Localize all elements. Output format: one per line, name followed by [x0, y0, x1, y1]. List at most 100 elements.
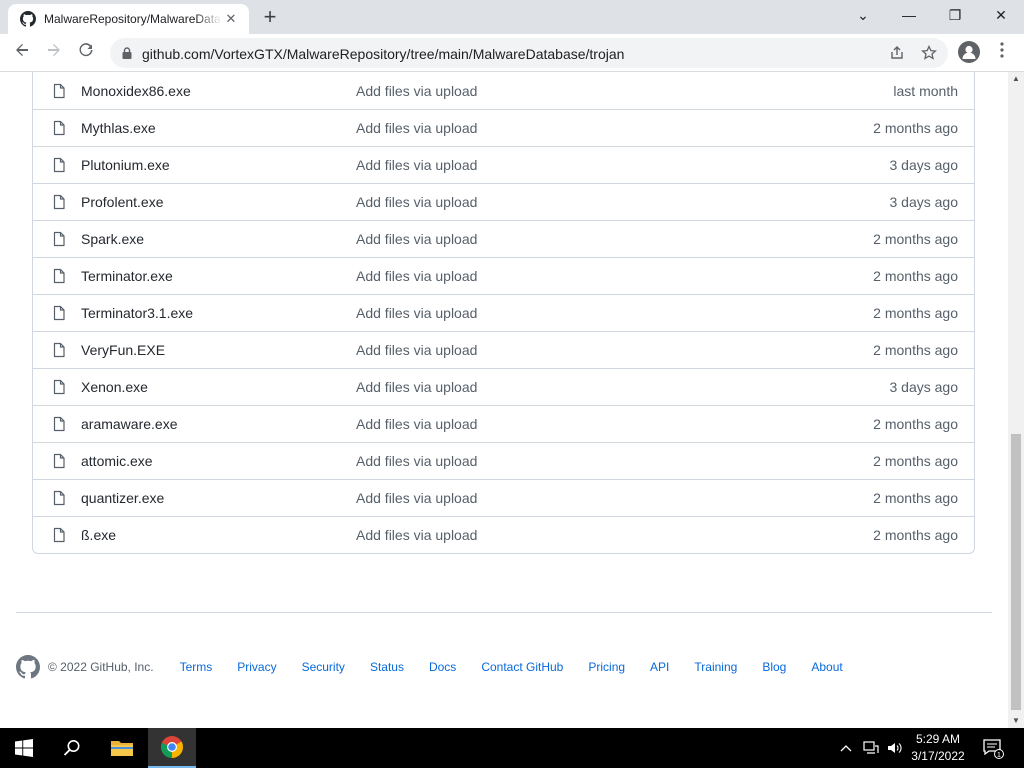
file-name-link[interactable]: attomic.exe	[81, 453, 153, 469]
commit-message-link[interactable]: Add files via upload	[356, 305, 477, 321]
file-name-link[interactable]: Terminator.exe	[81, 268, 173, 284]
file-name-link[interactable]: Plutonium.exe	[81, 157, 170, 173]
taskbar-clock[interactable]: 5:29 AM 3/17/2022	[900, 731, 976, 765]
commit-message-link[interactable]: Add files via upload	[356, 342, 477, 358]
commit-age: 3 days ago	[889, 379, 959, 395]
commit-age: 2 months ago	[873, 231, 958, 247]
file-row[interactable]: quantizer.exe Add files via upload 2 month…	[33, 479, 974, 516]
lock-icon[interactable]	[120, 46, 134, 60]
footer-link-terms[interactable]: Terms	[180, 660, 213, 674]
file-name-link[interactable]: Spark.exe	[81, 231, 144, 247]
forward-arrow-icon[interactable]	[42, 41, 66, 65]
commit-message-link[interactable]: Add files via upload	[356, 490, 477, 506]
tab-title: MalwareRepository/MalwareDatabase	[44, 12, 222, 26]
file-name-link[interactable]: Profolent.exe	[81, 194, 164, 210]
file-row[interactable]: aramaware.exe Add files via upload 2 month…	[33, 405, 974, 442]
commit-message-link[interactable]: Add files via upload	[356, 379, 477, 395]
commit-message-link[interactable]: Add files via upload	[356, 231, 477, 247]
footer-copyright: © 2022 GitHub, Inc.	[48, 660, 154, 674]
new-tab-button[interactable]: +	[258, 6, 282, 30]
file-icon	[53, 83, 65, 98]
browser-menu-icon[interactable]	[992, 40, 1012, 64]
file-icon	[53, 379, 65, 395]
commit-message-link[interactable]: Add files via upload	[356, 120, 477, 136]
file-row[interactable]: Terminator.exe Add files via upload 2 mont…	[33, 257, 974, 294]
github-logo-icon[interactable]	[16, 655, 40, 679]
browser-tab[interactable]: MalwareRepository/MalwareDatabase ✕	[8, 4, 249, 34]
file-name-link[interactable]: Terminator3.1.exe	[81, 305, 193, 321]
commit-message-link[interactable]: Add files via upload	[356, 157, 477, 173]
commit-message-link[interactable]: Add files via upload	[356, 83, 477, 99]
file-name-link[interactable]: Xenon.exe	[81, 379, 148, 395]
file-icon	[53, 231, 65, 247]
close-window-button[interactable]: ✕	[978, 0, 1024, 30]
footer-link-docs[interactable]: Docs	[429, 660, 456, 674]
commit-message-link[interactable]: Add files via upload	[356, 453, 477, 469]
commit-age: 2 months ago	[873, 305, 958, 321]
footer-link-privacy[interactable]: Privacy	[237, 660, 276, 674]
file-row[interactable]: VeryFun.EXE Add files via upload 2 months …	[33, 331, 974, 368]
commit-age: 3 days ago	[889, 194, 959, 210]
file-row[interactable]: ß.exe Add files via upload 2 months ago	[33, 516, 974, 553]
file-icon	[53, 453, 65, 469]
chrome-taskbar-icon[interactable]	[148, 728, 196, 768]
file-row[interactable]: Xenon.exe Add files via upload 3 days ago	[33, 368, 974, 405]
footer-link-api[interactable]: API	[650, 660, 669, 674]
network-icon[interactable]	[860, 728, 882, 768]
minimize-button[interactable]: —	[886, 0, 932, 30]
file-icon	[53, 194, 65, 210]
back-arrow-icon[interactable]	[10, 41, 34, 65]
bookmark-star-icon[interactable]	[920, 44, 938, 63]
url-text[interactable]: github.com/VortexGTX/MalwareRepository/t…	[142, 46, 624, 62]
file-icon	[53, 490, 65, 506]
commit-message-link[interactable]: Add files via upload	[356, 527, 477, 543]
footer-link-contact-github[interactable]: Contact GitHub	[481, 660, 563, 674]
share-icon[interactable]	[888, 45, 906, 63]
tab-close-icon[interactable]: ✕	[223, 11, 239, 27]
commit-age: 2 months ago	[873, 490, 958, 506]
profile-avatar-icon[interactable]	[958, 41, 980, 63]
file-name-link[interactable]: aramaware.exe	[81, 416, 178, 432]
tray-chevron-up-icon[interactable]	[836, 728, 856, 768]
file-icon	[53, 527, 65, 543]
file-name-link[interactable]: Monoxidex86.exe	[81, 83, 191, 99]
commit-message-link[interactable]: Add files via upload	[356, 194, 477, 210]
file-row[interactable]: Plutonium.exe Add files via upload 3 days …	[33, 146, 974, 183]
file-row[interactable]: Spark.exe Add files via upload 2 months ag…	[33, 220, 974, 257]
scrollbar-thumb[interactable]	[1011, 434, 1021, 710]
footer-link-security[interactable]: Security	[302, 660, 345, 674]
reload-icon[interactable]	[74, 41, 98, 65]
commit-age: 3 days ago	[889, 157, 959, 173]
file-explorer-icon[interactable]	[98, 728, 146, 768]
windows-start-icon[interactable]	[0, 728, 48, 768]
commit-message-link[interactable]: Add files via upload	[356, 416, 477, 432]
file-name-link[interactable]: VeryFun.EXE	[81, 342, 165, 358]
scroll-up-arrow-icon[interactable]: ▲	[1008, 72, 1024, 86]
maximize-button[interactable]: ❐	[932, 0, 978, 30]
notification-center-icon[interactable]: 1	[980, 728, 1006, 768]
footer-link-blog[interactable]: Blog	[762, 660, 786, 674]
footer-link-training[interactable]: Training	[694, 660, 737, 674]
footer-link-pricing[interactable]: Pricing	[588, 660, 625, 674]
github-favicon-icon	[20, 11, 36, 27]
file-row[interactable]: Mythlas.exe Add files via upload 2 months …	[33, 109, 974, 146]
commit-age: 2 months ago	[873, 120, 958, 136]
page-scrollbar[interactable]: ▲ ▼	[1008, 72, 1024, 728]
footer-link-about[interactable]: About	[811, 660, 842, 674]
file-row[interactable]: Profolent.exe Add files via upload 3 days …	[33, 183, 974, 220]
commit-age: 2 months ago	[873, 453, 958, 469]
browser-toolbar: github.com/VortexGTX/MalwareRepository/t…	[0, 34, 1024, 72]
file-name-link[interactable]: quantizer.exe	[81, 490, 164, 506]
scroll-down-arrow-icon[interactable]: ▼	[1008, 714, 1024, 728]
file-row[interactable]: attomic.exe Add files via upload 2 months …	[33, 442, 974, 479]
tab-search-button[interactable]: ⌄	[840, 0, 886, 30]
address-bar[interactable]: github.com/VortexGTX/MalwareRepository/t…	[110, 38, 948, 68]
file-row[interactable]: Monoxidex86.exe Add files via upload last …	[33, 72, 974, 109]
footer-link-status[interactable]: Status	[370, 660, 404, 674]
commit-message-link[interactable]: Add files via upload	[356, 268, 477, 284]
search-icon[interactable]	[48, 728, 96, 768]
file-name-link[interactable]: Mythlas.exe	[81, 120, 156, 136]
file-row[interactable]: Terminator3.1.exe Add files via upload 2 m…	[33, 294, 974, 331]
file-name-link[interactable]: ß.exe	[81, 527, 116, 543]
file-icon	[53, 268, 65, 284]
